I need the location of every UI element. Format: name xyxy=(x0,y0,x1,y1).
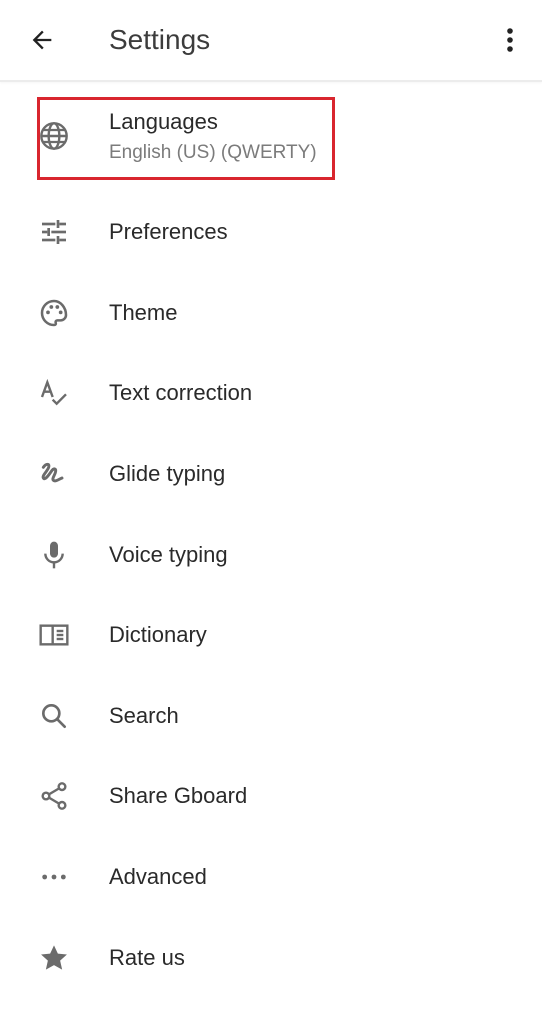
more-horiz-icon xyxy=(38,861,70,893)
more-options-button[interactable] xyxy=(494,22,526,58)
settings-item-search[interactable]: Search xyxy=(0,676,542,756)
settings-item-rate-us[interactable]: Rate us xyxy=(0,918,542,998)
settings-item-text-correction[interactable]: Text correction xyxy=(0,353,542,433)
settings-item-label: Glide typing xyxy=(109,461,226,486)
more-vert-icon xyxy=(507,28,513,52)
settings-item-label: Search xyxy=(109,703,179,728)
settings-item-share-gboard[interactable]: Share Gboard xyxy=(0,756,542,836)
search-icon xyxy=(38,700,70,732)
settings-item-preferences[interactable]: Preferences xyxy=(0,192,542,272)
globe-icon xyxy=(38,120,70,152)
settings-item-sublabel: English (US) (QWERTY) xyxy=(109,142,317,163)
tune-sliders-icon xyxy=(38,216,70,248)
share-icon xyxy=(38,780,70,812)
settings-item-advanced[interactable]: Advanced xyxy=(0,837,542,917)
settings-item-dictionary[interactable]: Dictionary xyxy=(0,595,542,675)
settings-item-label: Languages xyxy=(109,109,218,134)
settings-item-label: Share Gboard xyxy=(109,783,248,808)
settings-item-label: Text correction xyxy=(109,380,253,405)
settings-item-theme[interactable]: Theme xyxy=(0,273,542,353)
page-title: Settings xyxy=(109,24,211,55)
microphone-icon xyxy=(38,539,70,571)
settings-item-voice-typing[interactable]: Voice typing xyxy=(0,515,542,595)
settings-item-label: Voice typing xyxy=(109,542,228,567)
back-button[interactable] xyxy=(24,22,60,58)
settings-item-label: Preferences xyxy=(109,219,228,244)
settings-item-label: Advanced xyxy=(109,864,207,889)
app-bar: Settings xyxy=(0,0,542,82)
book-icon xyxy=(38,619,70,651)
settings-item-glide-typing[interactable]: Glide typing xyxy=(0,434,542,514)
settings-item-languages[interactable]: Languages English (US) (QWERTY) xyxy=(0,95,542,177)
gesture-icon xyxy=(38,458,70,490)
spellcheck-icon xyxy=(38,377,70,409)
settings-item-label: Dictionary xyxy=(109,622,207,647)
settings-item-label: Theme xyxy=(109,300,178,325)
star-icon xyxy=(38,942,70,974)
arrow-back-icon xyxy=(32,30,52,50)
settings-item-label: Rate us xyxy=(109,945,185,970)
palette-icon xyxy=(38,297,70,329)
